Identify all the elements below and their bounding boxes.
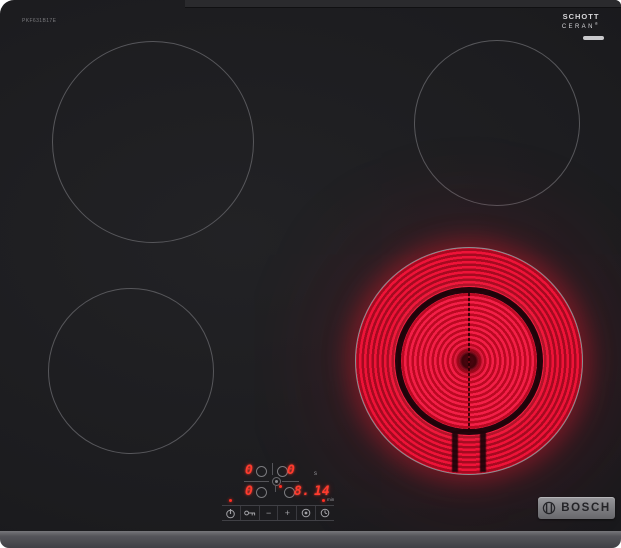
display-back-right: 0 bbox=[287, 464, 295, 477]
zone-select-button[interactable] bbox=[297, 506, 316, 520]
registered-mark: ® bbox=[595, 21, 600, 26]
display-front-right: 8. bbox=[294, 485, 310, 498]
seconds-indicator: s bbox=[314, 471, 317, 477]
burner-front-right-glowing bbox=[355, 247, 583, 475]
element-divider-line bbox=[468, 293, 470, 429]
schott-line1: SCHOTT bbox=[558, 12, 604, 21]
burner-back-left bbox=[52, 41, 254, 243]
power-indicator-dot bbox=[229, 499, 232, 502]
bosch-emblem-icon bbox=[542, 501, 556, 515]
front-trim bbox=[0, 531, 621, 548]
display-divider bbox=[244, 481, 269, 482]
active-zone-dot bbox=[279, 485, 282, 488]
zone-ring-front-left bbox=[256, 487, 267, 498]
timer-clock-icon bbox=[320, 508, 330, 518]
display-back-left: 0 bbox=[245, 464, 253, 477]
schott-logo-bar bbox=[583, 36, 604, 40]
display-divider bbox=[272, 463, 273, 475]
display-divider bbox=[282, 481, 299, 482]
display-front-left: 0 bbox=[245, 485, 253, 498]
control-panel: 0 0 s 0 8. 14 min bbox=[222, 458, 342, 522]
bosch-wordmark: BOSCH bbox=[561, 502, 611, 514]
touch-button-row: − + bbox=[222, 505, 334, 521]
model-label: PKF631B17E bbox=[22, 18, 56, 24]
glass-top-bevel bbox=[185, 0, 621, 8]
key-icon bbox=[244, 509, 256, 517]
display-divider bbox=[275, 486, 276, 492]
schott-line2: CERAN® bbox=[558, 21, 604, 32]
element-terminal-gap bbox=[480, 430, 486, 472]
zone-select-icon bbox=[301, 508, 311, 518]
hob-glass: PKF631B17E SCHOTT CERAN® 0 0 s bbox=[0, 0, 621, 531]
element-terminal-gap bbox=[452, 430, 458, 472]
timer-indicator-dot bbox=[322, 499, 325, 502]
burner-front-left bbox=[48, 288, 214, 454]
child-lock-button[interactable] bbox=[241, 506, 260, 520]
min-label: min bbox=[327, 498, 334, 503]
minus-button[interactable]: − bbox=[260, 506, 279, 520]
power-button[interactable] bbox=[222, 506, 241, 520]
power-icon bbox=[225, 508, 236, 519]
timer-button[interactable] bbox=[316, 506, 334, 520]
schott-ceran-logo: SCHOTT CERAN® bbox=[558, 12, 604, 40]
zone-ring-back-left bbox=[256, 466, 267, 477]
plus-button[interactable]: + bbox=[278, 506, 297, 520]
burner-inner-element bbox=[395, 287, 543, 435]
burner-back-right bbox=[414, 40, 580, 206]
hob-photo: PKF631B17E SCHOTT CERAN® 0 0 s bbox=[0, 0, 621, 548]
bosch-badge: BOSCH bbox=[538, 497, 615, 519]
